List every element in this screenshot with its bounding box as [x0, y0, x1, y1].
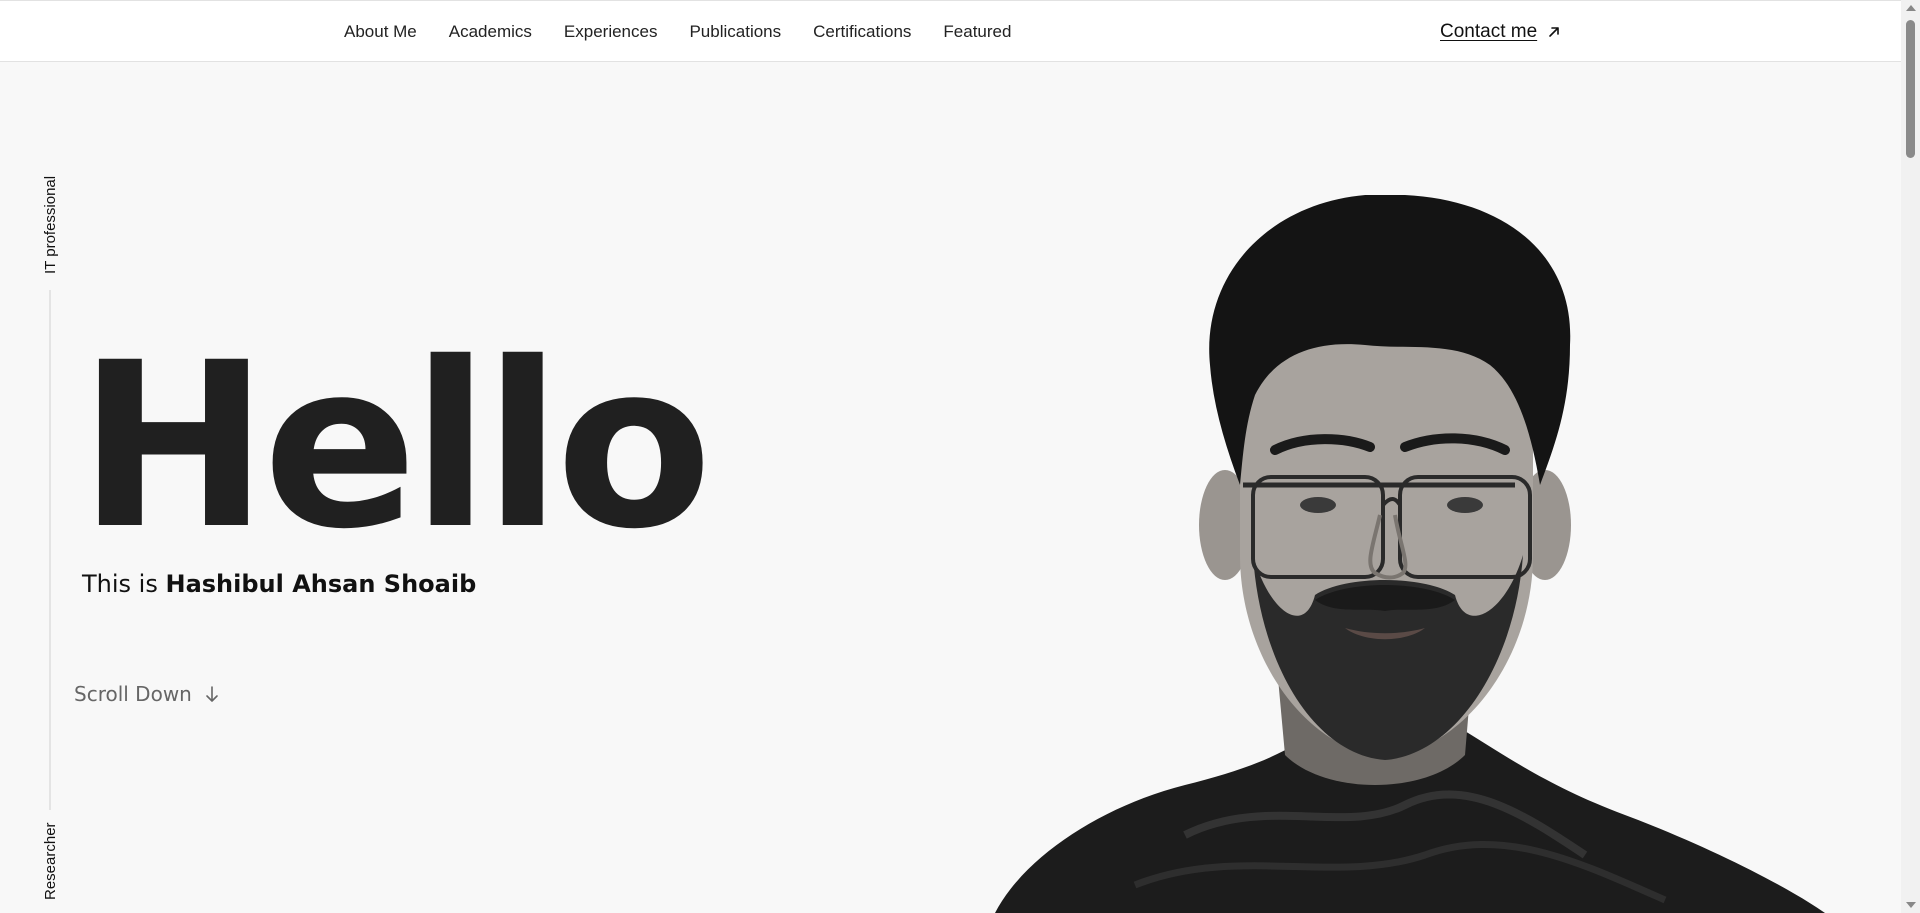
arrow-down-icon [206, 686, 218, 702]
contact-me-link[interactable]: Contact me [1440, 21, 1561, 43]
nav-link-certifications[interactable]: Certifications [813, 21, 911, 43]
nav-link-publications[interactable]: Publications [689, 21, 781, 43]
hero-name: Hashibul Ahsan Shoaib [165, 570, 477, 598]
side-label-bottom: Researcher [42, 822, 59, 900]
page-scrollbar[interactable] [1901, 0, 1920, 913]
scroll-down-label: Scroll Down [74, 682, 192, 706]
profile-portrait [995, 195, 1825, 913]
scroll-down-link[interactable]: Scroll Down [74, 682, 220, 706]
contact-me-label: Contact me [1440, 21, 1538, 42]
side-label-top: IT professional [42, 175, 59, 274]
hero-intro-prefix: This is [82, 570, 166, 598]
arrow-up-right-icon [1549, 27, 1559, 37]
top-navbar: About Me Academics Experiences Publicati… [0, 0, 1901, 62]
nav-links: About Me Academics Experiences Publicati… [344, 21, 1043, 43]
nav-link-featured[interactable]: Featured [943, 21, 1011, 43]
scroll-down-arrow-icon[interactable] [1906, 902, 1916, 908]
nav-link-academics[interactable]: Academics [449, 21, 532, 43]
side-rail-line [49, 290, 51, 810]
hero-greeting: Hello [78, 313, 712, 579]
nav-link-experiences[interactable]: Experiences [564, 21, 658, 43]
hero-intro: This is Hashibul Ahsan Shoaib [82, 570, 476, 598]
scroll-up-arrow-icon[interactable] [1906, 5, 1916, 11]
scrollbar-thumb[interactable] [1906, 20, 1915, 158]
nav-link-about-me[interactable]: About Me [344, 21, 417, 43]
